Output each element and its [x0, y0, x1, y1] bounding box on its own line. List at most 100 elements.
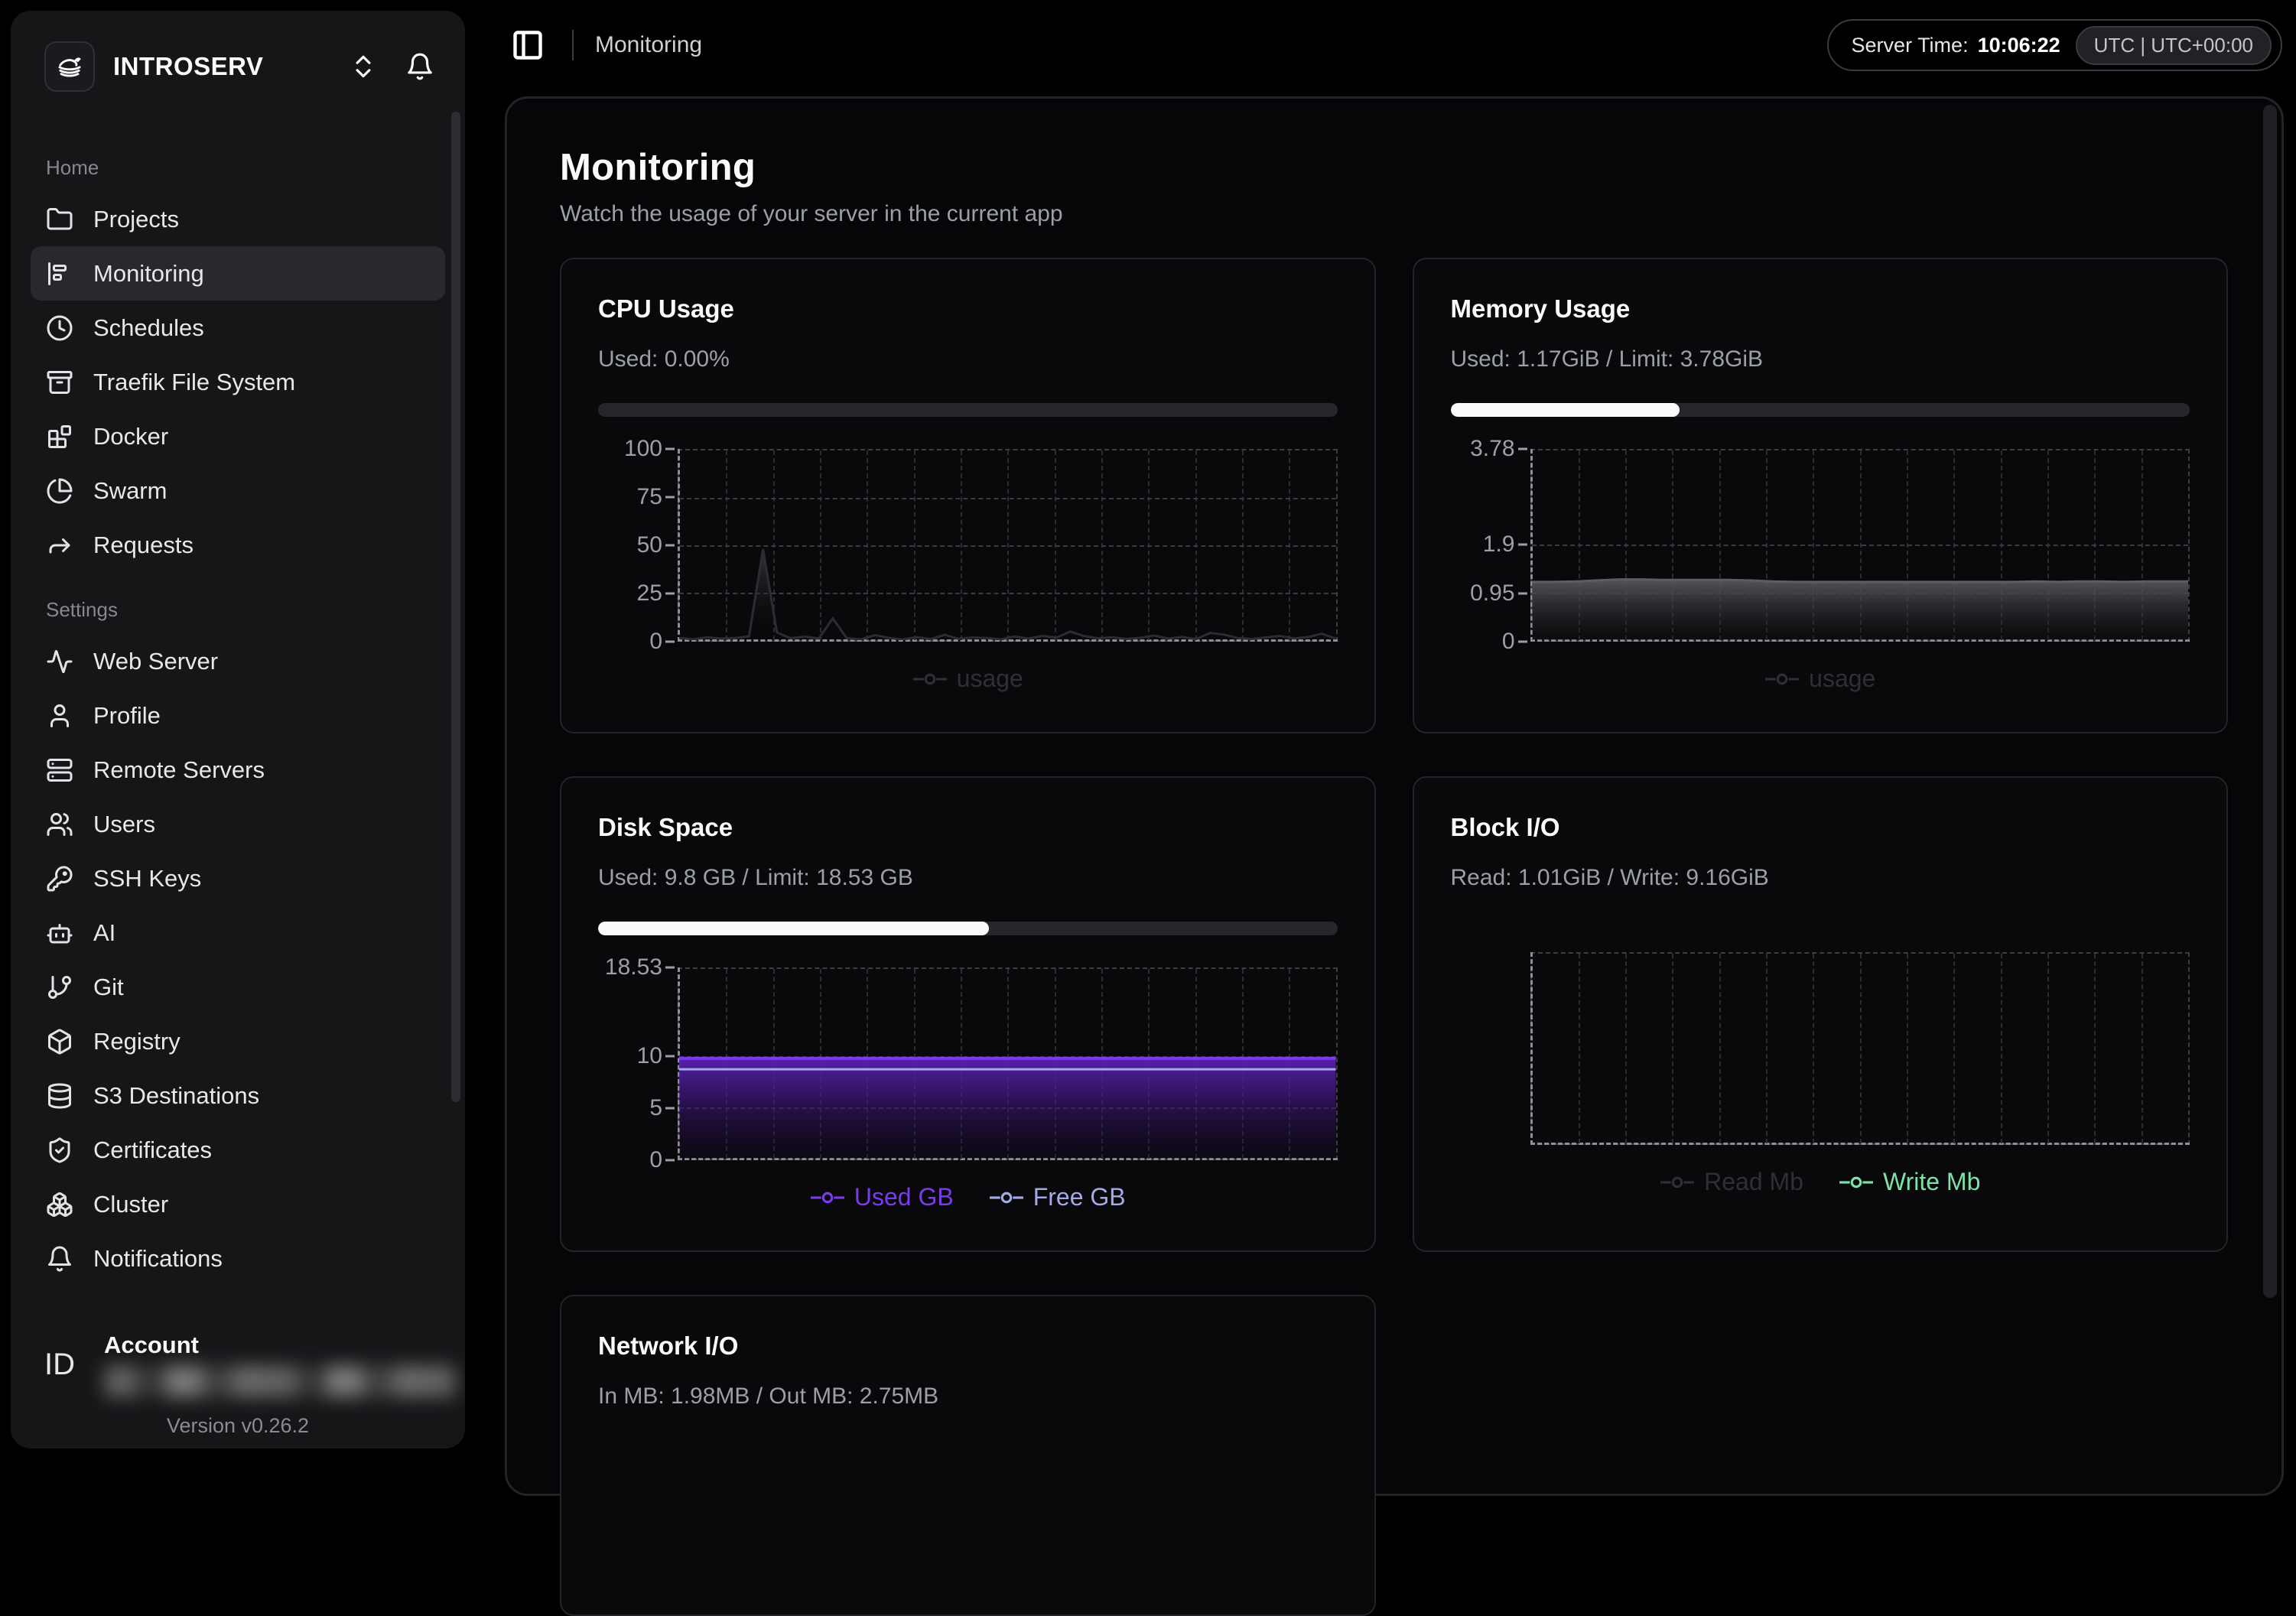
sidebar-nav: HomeProjectsMonitoringSchedulesTraefik F… — [11, 99, 465, 1286]
series-svg — [679, 450, 1336, 640]
sidebar-item-users[interactable]: Users — [31, 797, 445, 851]
sidebar-item-docker[interactable]: Docker — [31, 409, 445, 463]
card-title: CPU Usage — [598, 294, 1338, 324]
cpu-usage-stat: Used: 0.00% — [598, 346, 1338, 372]
sidebar-item-ssh-keys[interactable]: SSH Keys — [31, 851, 445, 906]
legend-label: usage — [957, 665, 1023, 693]
monitoring-icon — [46, 260, 73, 288]
chart-legend: Used GB Free GB — [598, 1183, 1338, 1211]
timezone-badge: UTC | UTC+00:00 — [2076, 26, 2272, 65]
sidebar-item-web-server[interactable]: Web Server — [31, 634, 445, 688]
clock-icon — [46, 314, 73, 342]
page-subtitle: Watch the usage of your server in the cu… — [560, 201, 2228, 227]
user-icon — [46, 702, 73, 730]
y-tick-label: 25 — [583, 580, 662, 606]
org-switcher-button[interactable] — [344, 47, 382, 86]
legend-marker-icon — [912, 671, 948, 688]
sidebar-item-label: Schedules — [93, 314, 204, 342]
legend-marker-icon — [810, 1189, 845, 1206]
memory-chart: 00.951.93.78 — [1451, 449, 2190, 642]
plot-area — [678, 449, 1338, 642]
sidebar-item-registry[interactable]: Registry — [31, 1014, 445, 1068]
memory-usage-card: Memory Usage Used: 1.17GiB / Limit: 3.78… — [1413, 258, 2229, 733]
y-tick-label: 10 — [583, 1043, 662, 1069]
sidebar-item-label: Remote Servers — [93, 756, 265, 784]
account-switcher[interactable]: ID Account — [44, 1331, 431, 1397]
folder-icon — [46, 206, 73, 233]
chart-legend: usage — [598, 665, 1338, 693]
disk-space-card: Disk Space Used: 9.8 GB / Limit: 18.53 G… — [560, 776, 1376, 1252]
legend-label: Used GB — [854, 1183, 954, 1211]
account-id-redacted — [104, 1365, 456, 1397]
y-tick-label: 5 — [583, 1095, 662, 1121]
legend-marker-icon — [1839, 1174, 1874, 1191]
chart-legend: usage — [1451, 665, 2190, 693]
key-icon — [46, 865, 73, 893]
sidebar-item-monitoring[interactable]: Monitoring — [31, 246, 445, 301]
sidebar-item-profile[interactable]: Profile — [31, 688, 445, 743]
plot-area — [1530, 952, 2190, 1145]
card-title: Memory Usage — [1451, 294, 2190, 324]
legend-marker-icon — [1764, 671, 1800, 688]
legend-marker-icon — [989, 1189, 1024, 1206]
sidebar-item-requests[interactable]: Requests — [31, 518, 445, 572]
y-axis: 00.951.93.78 — [1451, 449, 1530, 642]
sidebar-item-label: AI — [93, 919, 115, 947]
sidebar-item-certificates[interactable]: Certificates — [31, 1123, 445, 1177]
sidebar-item-notifications[interactable]: Notifications — [31, 1231, 445, 1286]
y-tick-label: 18.53 — [583, 954, 662, 980]
sidebar-item-label: Docker — [93, 423, 168, 450]
series-svg — [679, 969, 1336, 1159]
disk-space-stat: Used: 9.8 GB / Limit: 18.53 GB — [598, 865, 1338, 891]
y-tick-label: 0 — [583, 629, 662, 655]
sidebar-toggle-button[interactable] — [505, 22, 551, 68]
main-scrollbar[interactable] — [2263, 105, 2277, 1298]
sidebar-item-label: Certificates — [93, 1136, 212, 1164]
sidebar-scrollbar[interactable] — [451, 112, 460, 1102]
legend-item-read-mb: Read Mb — [1660, 1168, 1803, 1196]
breadcrumb: Monitoring — [595, 32, 702, 58]
sidebar-item-label: Git — [93, 974, 124, 1001]
legend-item-used-gb: Used GB — [810, 1183, 954, 1211]
y-axis: 0255075100 — [598, 449, 678, 642]
sidebar-item-git[interactable]: Git — [31, 960, 445, 1014]
sidebar-item-schedules[interactable]: Schedules — [31, 301, 445, 355]
app-logo — [44, 41, 95, 92]
y-tick-label: 50 — [583, 532, 662, 558]
main-panel: Monitoring Watch the usage of your serve… — [505, 96, 2284, 1496]
network-io-card: Network I/O In MB: 1.98MB / Out MB: 2.75… — [560, 1295, 1376, 1616]
sidebar-item-projects[interactable]: Projects — [31, 192, 445, 246]
server-icon — [46, 756, 73, 784]
y-axis: 051018.53 — [598, 967, 678, 1160]
sidebar-item-label: Monitoring — [93, 260, 204, 288]
sidebar-item-label: Notifications — [93, 1245, 223, 1273]
sidebar-item-remote-servers[interactable]: Remote Servers — [31, 743, 445, 797]
y-tick-label: 100 — [583, 436, 662, 462]
sidebar-footer: ID Account Version v0.26.2 — [11, 1331, 465, 1438]
whale-logo-icon — [54, 50, 86, 83]
disk-progress-bar — [598, 922, 1338, 935]
server-time-value: 10:06:22 — [1978, 34, 2060, 57]
chart-legend: Read MbWrite Mb — [1451, 1168, 2190, 1196]
sidebar-item-swarm[interactable]: Swarm — [31, 463, 445, 518]
block-io-chart — [1451, 952, 2190, 1145]
y-axis — [1451, 952, 1530, 1145]
sidebar-item-cluster[interactable]: Cluster — [31, 1177, 445, 1231]
sidebar-item-ai[interactable]: AI — [31, 906, 445, 960]
notifications-bell-button[interactable] — [401, 47, 439, 86]
divider — [572, 30, 574, 60]
plot-area — [678, 967, 1338, 1160]
legend-marker-icon — [1660, 1174, 1695, 1191]
forward-icon — [46, 532, 73, 559]
sidebar-item-s3-destinations[interactable]: S3 Destinations — [31, 1068, 445, 1123]
cpu-chart: 0255075100 — [598, 449, 1338, 642]
sidebar-item-label: Traefik File System — [93, 369, 295, 396]
legend-label: Free GB — [1033, 1183, 1126, 1211]
memory-progress-fill — [1451, 403, 1680, 417]
sidebar-item-label: S3 Destinations — [93, 1082, 259, 1110]
sidebar-item-traefik-file-system[interactable]: Traefik File System — [31, 355, 445, 409]
sidebar-item-label: Profile — [93, 702, 161, 730]
server-time-label: Server Time: — [1852, 34, 1969, 57]
users-icon — [46, 811, 73, 838]
boxes-icon — [46, 1191, 73, 1218]
